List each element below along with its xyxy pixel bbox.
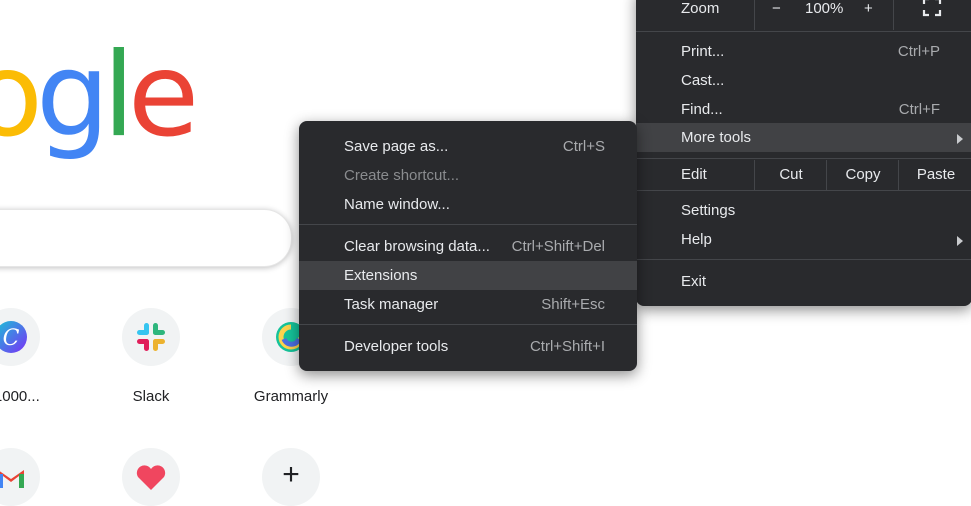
fullscreen-icon (922, 0, 942, 17)
divider (754, 0, 755, 30)
menu-item-label: Task manager (344, 296, 439, 313)
menu-item-label: Exit (681, 273, 707, 290)
google-logo: ogle (0, 28, 199, 163)
menu-item-cast[interactable]: Cast... (636, 66, 971, 95)
divider (636, 259, 971, 260)
divider (636, 31, 971, 32)
menu-item-label: Developer tools (344, 338, 449, 355)
menu-item-print[interactable]: Print... Ctrl+P (636, 37, 971, 66)
gmail-icon (0, 448, 40, 506)
menu-item-label: More tools (681, 129, 752, 146)
logo-letter-e: e (127, 28, 199, 163)
logo-letter-o: o (0, 28, 43, 163)
zoom-level: 100% (805, 0, 844, 17)
menu-item-find[interactable]: Find... Ctrl+F (636, 95, 971, 124)
add-shortcut-button[interactable]: + (235, 448, 347, 506)
edit-label: Edit (681, 166, 707, 183)
menu-item-label: Save page as... (344, 138, 449, 155)
add-shortcut-glyph: + (282, 458, 300, 491)
menu-item-settings[interactable]: Settings (636, 196, 971, 225)
chrome-main-menu: Zoom − 100% + Print... Ctrl+P Cast... Fi… (636, 0, 971, 306)
menu-item-label: Name window... (344, 196, 450, 213)
menu-item-shortcut: Ctrl+Shift+Del (511, 238, 605, 255)
cut-button[interactable]: Cut (754, 160, 827, 190)
shortcut-slack[interactable]: Slack (95, 308, 207, 405)
menu-item-save-page[interactable]: Save page as... Ctrl+S (299, 132, 637, 161)
menu-item-create-shortcut: Create shortcut... (299, 161, 637, 190)
menu-item-label: Help (681, 231, 712, 248)
menu-item-more-tools[interactable]: More tools (636, 123, 971, 152)
menu-item-label: Create shortcut... (344, 167, 460, 184)
shortcut-label: x 1000... (0, 388, 40, 405)
shortcut-heart[interactable] (95, 448, 207, 506)
menu-item-label: Print... (681, 43, 725, 60)
divider (299, 224, 637, 225)
svg-text:C: C (3, 326, 20, 351)
menu-item-label: Cast... (681, 72, 725, 89)
search-input[interactable] (0, 209, 292, 267)
logo-letter-l: l (102, 28, 135, 163)
menu-item-label: Extensions (344, 267, 418, 284)
menu-item-shortcut: Ctrl+P (897, 43, 940, 60)
menu-item-label: Settings (681, 202, 736, 219)
menu-item-label: Find... (681, 101, 723, 118)
paste-button[interactable]: Paste (898, 160, 971, 190)
shortcut-canva[interactable]: C x 1000... (0, 308, 67, 405)
menu-item-label: Clear browsing data... (344, 238, 490, 255)
menu-item-exit[interactable]: Exit (636, 267, 971, 296)
divider (636, 158, 971, 159)
menu-item-developer-tools[interactable]: Developer tools Ctrl+Shift+I (299, 332, 637, 361)
logo-letter-g: g (35, 28, 110, 163)
menu-item-shortcut: Shift+Esc (541, 296, 605, 313)
fullscreen-button[interactable] (922, 0, 942, 21)
zoom-in-button[interactable]: + (864, 0, 873, 17)
menu-item-shortcut: Ctrl+S (562, 138, 605, 155)
menu-item-shortcut: Ctrl+Shift+I (529, 338, 605, 355)
submenu-arrow-icon (957, 134, 963, 144)
zoom-label: Zoom (681, 0, 720, 17)
menu-item-task-manager[interactable]: Task manager Shift+Esc (299, 290, 637, 319)
shortcut-label: Grammarly (253, 388, 329, 405)
menu-item-help[interactable]: Help (636, 225, 971, 254)
zoom-row: Zoom − 100% + (636, 0, 971, 32)
menu-item-clear-browsing-data[interactable]: Clear browsing data... Ctrl+Shift+Del (299, 232, 637, 261)
divider (636, 190, 971, 191)
shortcut-label: Slack (132, 388, 170, 405)
shortcut-gmail[interactable] (0, 448, 67, 506)
submenu-arrow-icon (957, 236, 963, 246)
more-tools-submenu: Save page as... Ctrl+S Create shortcut..… (299, 121, 637, 371)
slack-icon (122, 308, 180, 366)
divider (299, 324, 637, 325)
menu-item-extensions[interactable]: Extensions (299, 261, 637, 290)
menu-item-name-window[interactable]: Name window... (299, 190, 637, 219)
menu-item-shortcut: Ctrl+F (898, 101, 940, 118)
add-shortcut-icon: + (262, 448, 320, 506)
zoom-out-button[interactable]: − (772, 0, 781, 17)
divider (893, 0, 894, 30)
edit-row: Edit Cut Copy Paste (636, 160, 971, 190)
copy-button[interactable]: Copy (826, 160, 899, 190)
heart-icon (122, 448, 180, 506)
canva-icon: C (0, 308, 40, 366)
